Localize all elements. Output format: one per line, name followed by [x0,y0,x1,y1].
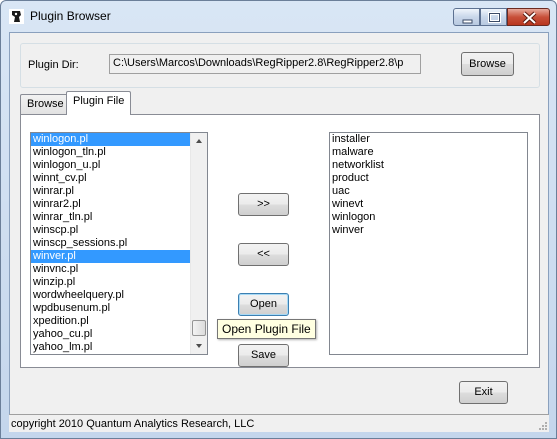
plugin-list-item[interactable]: winzip.pl [31,276,207,289]
close-button[interactable] [507,8,550,26]
selected-plugin-item[interactable]: winlogon [330,211,527,224]
selected-plugin-item[interactable]: product [330,172,527,185]
plugin-list-item[interactable]: winlogon_u.pl [31,159,207,172]
plugin-list-item[interactable]: winvnc.pl [31,263,207,276]
close-icon [522,11,537,25]
selected-plugin-item[interactable]: winevt [330,198,527,211]
selected-plugin-item[interactable]: uac [330,185,527,198]
plugin-list-item[interactable]: winrar2.pl [31,198,207,211]
plugins-listbox[interactable]: winlogon.pl winlogon_tln.pl winlogon_u.pl w… [30,132,208,355]
selected-items: installer malware networklist product uac win… [330,133,527,237]
plugin-list-item[interactable]: winver.pl [31,250,207,263]
plugins-scrollbar[interactable] [190,133,207,354]
plugin-browser-window: Plugin Browser Plugin Dir: C:\Users\Marc… [0,0,557,439]
save-button[interactable]: Save [238,344,289,367]
plugin-list-item[interactable]: winlogon.pl [31,133,207,146]
plugin-list-item[interactable]: winrar.pl [31,185,207,198]
plugin-list-item[interactable]: yahoo_lm.pl [31,341,207,354]
scroll-up-icon[interactable] [191,133,207,149]
scroll-thumb[interactable] [192,320,206,336]
resize-grip-icon[interactable] [536,419,548,431]
browse-dir-button[interactable]: Browse [461,52,514,76]
status-text: copyright 2010 Quantum Analytics Researc… [11,418,255,430]
plugin-dir-group: Plugin Dir: C:\Users\Marcos\Downloads\Re… [20,43,540,88]
selected-plugins-listbox[interactable]: installer malware networklist product uac win… [329,132,528,355]
tab-plugin-file[interactable]: Plugin File [66,91,132,115]
selected-plugin-item[interactable]: networklist [330,159,527,172]
maximize-icon [488,12,501,23]
title-bar[interactable]: Plugin Browser [1,1,556,31]
selected-plugin-item[interactable]: winver [330,224,527,237]
tab-browse[interactable]: Browse [20,94,71,114]
remove-plugin-button[interactable]: << [238,243,289,266]
plugin-list-item[interactable]: winrar_tln.pl [31,211,207,224]
open-tooltip: Open Plugin File [217,319,316,339]
plugin-list-item[interactable]: xpedition.pl [31,315,207,328]
plugin-list-item[interactable]: wordwheelquery.pl [31,289,207,302]
plugin-dir-label: Plugin Dir: [28,59,79,71]
window-title: Plugin Browser [30,9,111,23]
selected-plugin-item[interactable]: malware [330,146,527,159]
minimize-icon [462,19,473,24]
plugin-list-item[interactable]: winlogon_tln.pl [31,146,207,159]
maximize-button[interactable] [480,8,507,26]
plugin-list-item[interactable]: winscp_sessions.pl [31,237,207,250]
plugin-list-item[interactable]: winscp.pl [31,224,207,237]
plugin-list-item[interactable]: wpdbusenum.pl [31,302,207,315]
exit-button[interactable]: Exit [459,381,508,404]
client-area: Plugin Dir: C:\Users\Marcos\Downloads\Re… [9,32,549,431]
app-icon [9,9,24,24]
plugins-items: winlogon.pl winlogon_tln.pl winlogon_u.pl w… [31,133,207,354]
minimize-button[interactable] [453,8,480,26]
plugin-list-item[interactable]: winnt_cv.pl [31,172,207,185]
plugin-dir-field[interactable]: C:\Users\Marcos\Downloads\RegRipper2.8\R… [109,54,421,74]
open-button[interactable]: Open [238,293,289,316]
selected-plugin-item[interactable]: installer [330,133,527,146]
plugin-file-panel: winlogon.pl winlogon_tln.pl winlogon_u.pl w… [20,114,540,368]
add-plugin-button[interactable]: >> [238,193,289,216]
scroll-down-icon[interactable] [191,338,207,354]
plugin-list-item[interactable]: yahoo_cu.pl [31,328,207,341]
status-bar: copyright 2010 Quantum Analytics Researc… [9,414,549,432]
